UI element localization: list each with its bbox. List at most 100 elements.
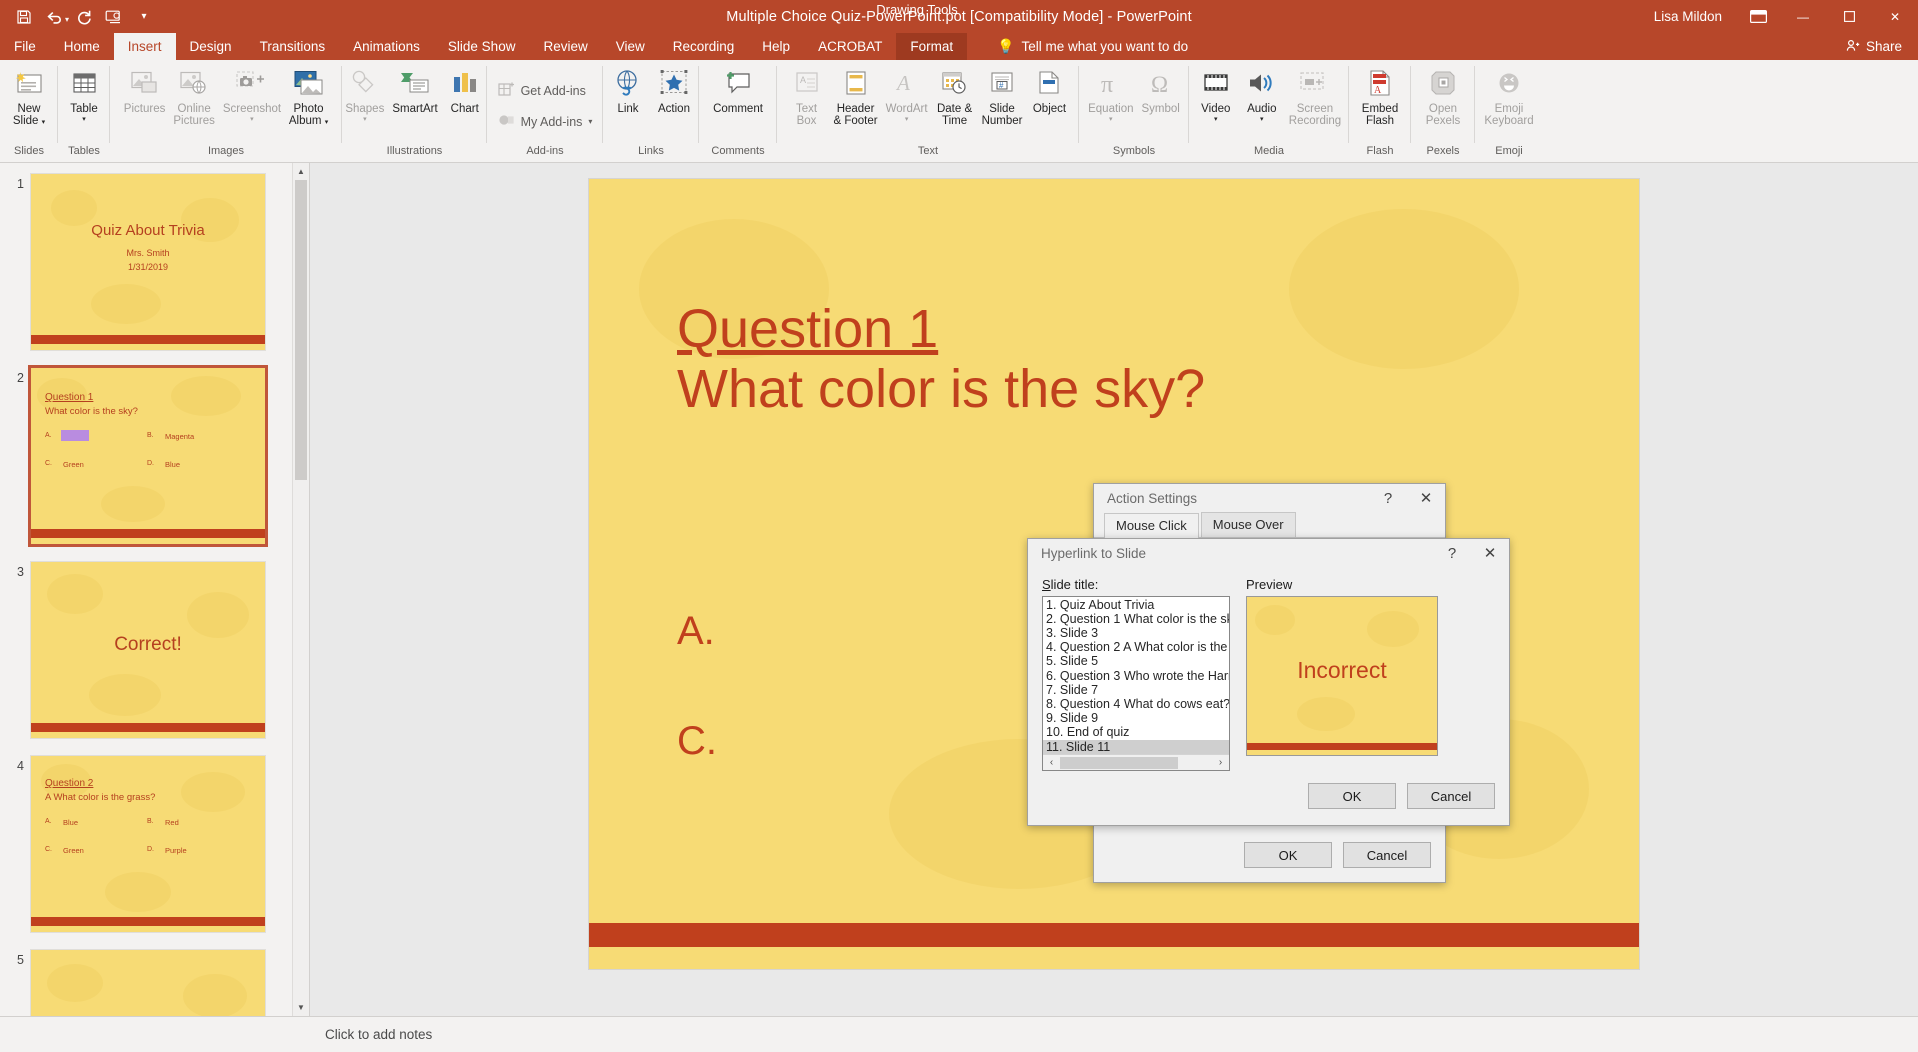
thumbnail-item[interactable]: 3 Correct!	[0, 555, 309, 739]
thumbnail-item[interactable]: 1 Quiz About Trivia Mrs. Smith 1/31/2019	[0, 167, 309, 351]
text-box-button[interactable]: A Text Box	[784, 64, 830, 129]
tab-insert[interactable]: Insert	[113, 33, 176, 60]
list-item[interactable]: 3. Slide 3	[1043, 626, 1229, 640]
video-button[interactable]: Video ▾	[1193, 64, 1239, 125]
scrollbar-thumb[interactable]	[1060, 756, 1178, 769]
shapes-button[interactable]: Shapes ▾	[341, 64, 388, 125]
embed-flash-button[interactable]: A Embed Flash	[1357, 64, 1403, 129]
help-icon[interactable]: ?	[1433, 539, 1471, 567]
my-add-ins-dropdown-icon[interactable]: ▾	[588, 117, 592, 126]
get-add-ins-button[interactable]: Get Add-ins	[492, 78, 599, 103]
tab-format[interactable]: Format	[896, 33, 968, 60]
slide-title-list[interactable]: 1. Quiz About Trivia 2. Question 1 What …	[1043, 597, 1229, 754]
emoji-keyboard-button[interactable]: Emoji Keyboard	[1480, 64, 1537, 129]
slide-option-a[interactable]: A.	[677, 609, 715, 654]
table-button[interactable]: Table ▾	[61, 64, 107, 125]
customize-quick-access-toolbar-icon[interactable]: ▾	[129, 3, 159, 30]
video-dropdown-icon[interactable]: ▾	[1214, 116, 1218, 123]
hyperlink-to-slide-dialog[interactable]: Hyperlink to Slide ? ✕ Slide title: 1. Q…	[1027, 538, 1510, 826]
screenshot-dropdown-icon[interactable]: ▾	[250, 116, 254, 123]
screen-recording-button[interactable]: Screen Recording	[1285, 64, 1345, 129]
save-icon[interactable]	[9, 3, 39, 30]
restore-button[interactable]	[1826, 0, 1872, 33]
tab-help[interactable]: Help	[748, 33, 804, 60]
tab-home[interactable]: Home	[50, 33, 114, 60]
smartart-button[interactable]: SmartArt	[388, 64, 441, 117]
pictures-button[interactable]: Pictures	[120, 64, 170, 117]
table-dropdown-icon[interactable]: ▾	[82, 116, 86, 123]
action-button[interactable]: Action	[651, 64, 697, 117]
list-item[interactable]: 1. Quiz About Trivia	[1043, 598, 1229, 612]
tab-view[interactable]: View	[602, 33, 659, 60]
tab-acrobat[interactable]: ACROBAT	[804, 33, 896, 60]
photo-album-button[interactable]: Photo Album ▾	[285, 64, 332, 129]
slide-thumbnail-1[interactable]: Quiz About Trivia Mrs. Smith 1/31/2019	[30, 173, 266, 351]
hyperlink-ok-button[interactable]: OK	[1308, 783, 1396, 809]
tab-review[interactable]: Review	[529, 33, 601, 60]
comment-button[interactable]: Comment	[709, 64, 767, 117]
tab-mouse-over[interactable]: Mouse Over	[1200, 512, 1296, 537]
header-footer-button[interactable]: Header & Footer	[830, 64, 882, 129]
user-name[interactable]: Lisa Mildon	[1654, 9, 1736, 24]
list-item-selected[interactable]: 11. Slide 11	[1043, 740, 1229, 754]
date-time-button[interactable]: Date & Time	[932, 64, 978, 129]
tell-me-search[interactable]: 💡 Tell me what you want to do	[997, 33, 1188, 60]
scroll-left-icon[interactable]: ‹	[1043, 757, 1060, 768]
link-button[interactable]: Link	[605, 64, 651, 117]
slide-question[interactable]: What color is the sky?	[677, 359, 1205, 419]
slide-editing-area[interactable]: Question 1 What color is the sky? A. Mag…	[310, 163, 1918, 1016]
action-settings-cancel-button[interactable]: Cancel	[1343, 842, 1431, 868]
tab-transitions[interactable]: Transitions	[246, 33, 340, 60]
new-slide-button[interactable]: New Slide ▾	[6, 64, 52, 129]
slide-thumbnail-2[interactable]: Question 1 What color is the sky? A. B. …	[28, 365, 268, 547]
wordart-button[interactable]: A WordArt ▾	[882, 64, 932, 125]
equation-button[interactable]: π Equation ▾	[1084, 64, 1137, 125]
shapes-dropdown-icon[interactable]: ▾	[363, 116, 367, 123]
screenshot-button[interactable]: Screenshot ▾	[219, 64, 285, 125]
list-item[interactable]: 2. Question 1 What color is the sky?	[1043, 612, 1229, 626]
object-button[interactable]: Object	[1026, 64, 1072, 117]
share-button[interactable]: Share	[1846, 33, 1918, 60]
tab-design[interactable]: Design	[176, 33, 246, 60]
audio-button[interactable]: Audio ▾	[1239, 64, 1285, 125]
slide-thumbnail-4[interactable]: Question 2 A What color is the grass? A.…	[30, 755, 266, 933]
close-button[interactable]: ✕	[1872, 0, 1918, 33]
thumbnail-item[interactable]: 5	[0, 943, 309, 1016]
slide-thumbnail-3[interactable]: Correct!	[30, 561, 266, 739]
tab-file[interactable]: File	[0, 33, 50, 60]
close-icon[interactable]: ✕	[1407, 484, 1445, 512]
list-item[interactable]: 6. Question 3 Who wrote the Harry P	[1043, 669, 1229, 683]
ribbon-display-options-icon[interactable]	[1736, 0, 1780, 33]
thumbnail-scrollbar[interactable]: ▲ ▼	[292, 163, 309, 1016]
wordart-dropdown-icon[interactable]: ▾	[905, 116, 909, 123]
notes-placeholder[interactable]: Click to add notes	[0, 1027, 432, 1042]
thumbnail-item[interactable]: 2 Question 1 What color is the sky? A. B…	[0, 361, 309, 547]
list-item[interactable]: 10. End of quiz	[1043, 726, 1229, 740]
listbox-horizontal-scrollbar[interactable]: ‹ ›	[1043, 754, 1229, 770]
my-add-ins-button[interactable]: My Add-ins ▾	[492, 109, 599, 134]
thumbnail-item[interactable]: 4 Question 2 A What color is the grass? …	[0, 749, 309, 933]
tab-animations[interactable]: Animations	[339, 33, 434, 60]
slide-number-button[interactable]: # Slide Number	[978, 64, 1027, 129]
redo-icon[interactable]	[69, 3, 99, 30]
list-item[interactable]: 9. Slide 9	[1043, 711, 1229, 726]
online-pictures-button[interactable]: Online Pictures	[169, 64, 219, 129]
open-pexels-button[interactable]: Open Pexels	[1420, 64, 1466, 129]
list-item[interactable]: 7. Slide 7	[1043, 683, 1229, 697]
action-settings-ok-button[interactable]: OK	[1244, 842, 1332, 868]
tab-recording[interactable]: Recording	[659, 33, 749, 60]
scroll-down-icon[interactable]: ▼	[293, 999, 309, 1016]
list-item[interactable]: 4. Question 2 A What color is the gra	[1043, 640, 1229, 655]
list-item[interactable]: 8. Question 4 What do cows eat?	[1043, 697, 1229, 711]
notes-pane[interactable]: Click to add notes	[0, 1016, 1918, 1052]
chart-button[interactable]: Chart	[442, 64, 488, 117]
audio-dropdown-icon[interactable]: ▾	[1260, 116, 1264, 123]
hyperlink-cancel-button[interactable]: Cancel	[1407, 783, 1495, 809]
start-presentation-icon[interactable]	[99, 3, 129, 30]
slide-thumbnail-5[interactable]	[30, 949, 266, 1016]
scroll-right-icon[interactable]: ›	[1212, 757, 1229, 768]
tab-slide-show[interactable]: Slide Show	[434, 33, 530, 60]
scrollbar-thumb[interactable]	[295, 180, 307, 480]
symbol-button[interactable]: Ω Symbol	[1138, 64, 1184, 117]
tab-mouse-click[interactable]: Mouse Click	[1104, 513, 1199, 538]
